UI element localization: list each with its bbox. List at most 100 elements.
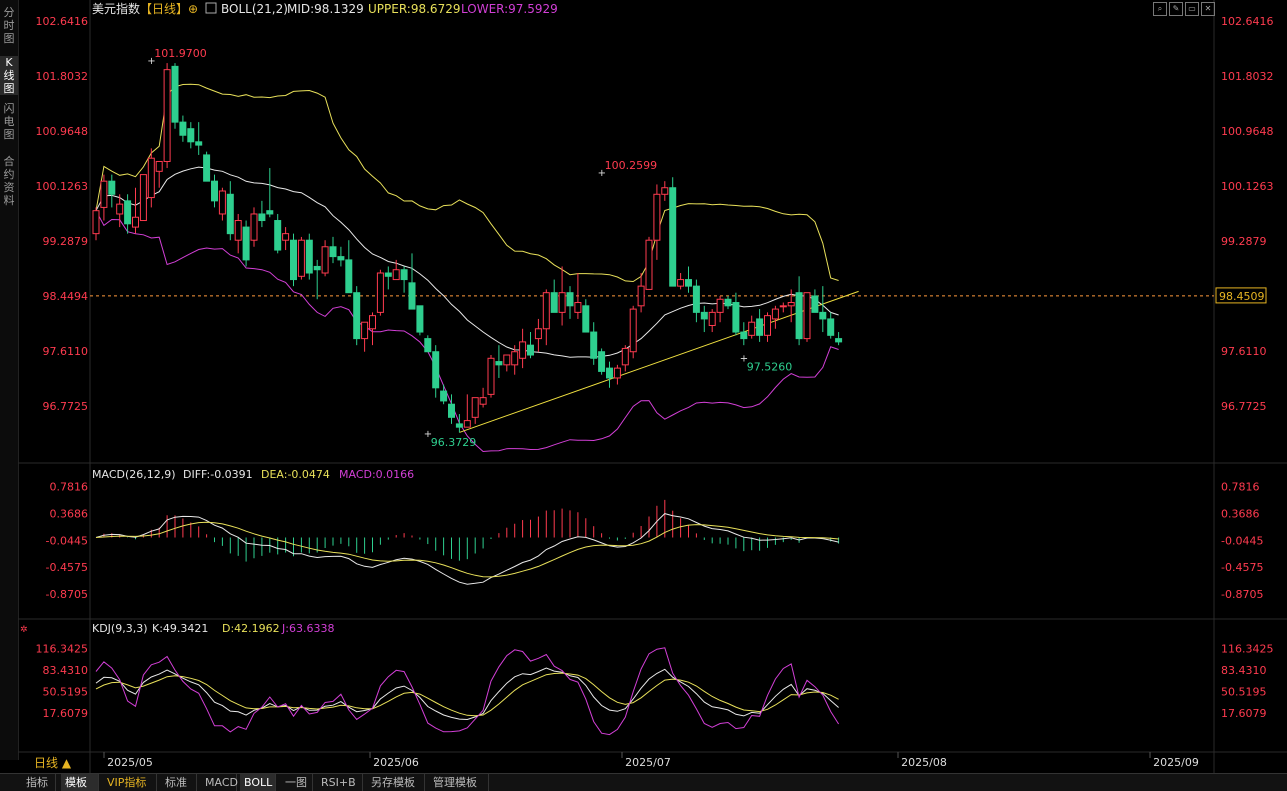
macd-tick-left: -0.4575 <box>46 561 88 574</box>
candle-body <box>290 239 297 281</box>
macd-tick-left: -0.8705 <box>46 588 88 601</box>
kdj-tick-right: 50.5195 <box>1221 685 1267 698</box>
price-tick-left: 101.8032 <box>36 70 89 83</box>
candle-body <box>416 305 424 333</box>
kdj-settings-icon[interactable]: ✲ <box>20 625 28 635</box>
tab-template[interactable]: 模板 <box>61 774 99 791</box>
macd-tick-right: 0.7816 <box>1221 481 1260 494</box>
candle-body <box>155 160 163 172</box>
candle-body <box>463 420 471 428</box>
candle-body <box>835 338 843 343</box>
candle-body <box>779 305 787 308</box>
tab-one-chart[interactable]: 一图 <box>281 774 313 791</box>
candle-body <box>108 180 116 195</box>
indicator-settings-icon[interactable] <box>205 2 217 14</box>
candle-body <box>598 351 606 372</box>
candle-body <box>345 259 353 294</box>
tab-save-template[interactable]: 另存模板 <box>367 774 425 791</box>
boll-label: BOLL(21,2) <box>221 2 288 16</box>
period-button[interactable]: 日线 ▲ <box>34 756 72 770</box>
search-icon[interactable]: ⌕ <box>1153 2 1167 16</box>
candle-body <box>558 292 566 313</box>
candle-body <box>258 213 266 222</box>
candle-body <box>708 311 716 326</box>
price-annotation: 96.3729 <box>431 436 477 449</box>
candle-body <box>369 315 376 330</box>
candle-body <box>147 157 155 199</box>
kdj-tick-left: 17.6079 <box>43 707 89 720</box>
candle-body <box>305 239 313 274</box>
candle-body <box>566 292 574 307</box>
candle-body <box>384 272 392 277</box>
candle-body <box>756 318 764 336</box>
tab-vip-indicator[interactable]: VIP指标 <box>103 774 157 791</box>
candle-body <box>132 216 139 228</box>
price-tick-left: 96.7725 <box>43 400 89 413</box>
candle-body <box>195 141 203 146</box>
candle-body <box>637 285 645 307</box>
candle-body <box>448 403 455 418</box>
candle-body <box>574 302 582 313</box>
kdj-j-line <box>95 647 840 736</box>
tab-indicator[interactable]: 指标 <box>22 774 56 791</box>
candle-body <box>432 351 440 389</box>
kdj-tick-left: 50.5195 <box>43 685 89 698</box>
add-indicator-icon[interactable]: ⊕ <box>188 2 198 16</box>
macd-tick-right: -0.8705 <box>1221 588 1263 601</box>
candle-body <box>764 315 771 336</box>
close-icon[interactable]: ✕ <box>1201 2 1215 16</box>
candle-body <box>100 180 108 208</box>
candle-body <box>629 308 637 353</box>
marker-icon: + <box>147 56 155 67</box>
price-tick-right: 100.9648 <box>1221 125 1274 138</box>
candle-body <box>661 187 669 195</box>
macd-tick-right: 0.3686 <box>1221 508 1260 521</box>
tab-manage-template[interactable]: 管理模板 <box>429 774 489 791</box>
date-tick: 2025/05 <box>107 756 153 769</box>
kdj-tick-right: 17.6079 <box>1221 707 1267 720</box>
price-tick-left: 99.2879 <box>43 235 89 248</box>
candle-body <box>590 331 598 359</box>
price-annotation: 101.9700 <box>154 47 207 60</box>
draw-icon[interactable]: ✎ <box>1169 2 1183 16</box>
candle-body <box>700 311 708 320</box>
candle-body <box>116 203 124 215</box>
window-icon[interactable]: ▭ <box>1185 2 1199 16</box>
price-tick-left: 100.9648 <box>36 125 89 138</box>
kdj-j: J:63.6338 <box>281 622 334 635</box>
candle-body <box>171 65 179 123</box>
candle-body <box>621 347 629 366</box>
candle-body <box>297 239 305 277</box>
macd-tick-left: 0.3686 <box>50 508 89 521</box>
candle-body <box>361 321 369 340</box>
candle-body <box>92 210 100 235</box>
candle-body <box>424 338 432 353</box>
marker-icon: + <box>740 354 748 365</box>
candle-body <box>803 292 811 340</box>
boll-mid: MID:98.1329 <box>287 2 364 16</box>
tab-rsi-b[interactable]: RSI+B <box>317 774 363 791</box>
price-tick-right: 100.1263 <box>1221 180 1274 193</box>
price-annotation: 97.5260 <box>747 361 793 374</box>
macd-value: MACD:0.0166 <box>339 468 414 481</box>
chart-canvas[interactable]: 美元指数 【日线】 ⊕ BOLL(21,2) MID:98.1329 UPPER… <box>0 0 1287 773</box>
boll-upper: UPPER:98.6729 <box>368 2 460 16</box>
tab-macd[interactable]: MACD <box>201 774 238 791</box>
price-annotation: 100.2599 <box>605 159 658 172</box>
candle-body <box>274 220 282 251</box>
price-tick-right: 99.2879 <box>1221 235 1267 248</box>
marker-icon: + <box>598 168 606 179</box>
candle-body <box>495 361 503 366</box>
candle-body <box>329 246 337 258</box>
candle-body <box>795 292 803 340</box>
tab-boll[interactable]: BOLL <box>240 774 276 791</box>
candle-body <box>479 397 487 405</box>
macd-diff: DIFF:-0.0391 <box>183 468 253 481</box>
candle-body <box>527 344 534 356</box>
date-tick: 2025/08 <box>901 756 947 769</box>
boll-mid-line <box>95 166 839 358</box>
candle-body <box>771 308 779 320</box>
tab-standard[interactable]: 标准 <box>161 774 197 791</box>
candle-body <box>550 292 558 313</box>
candle-body <box>376 272 384 313</box>
